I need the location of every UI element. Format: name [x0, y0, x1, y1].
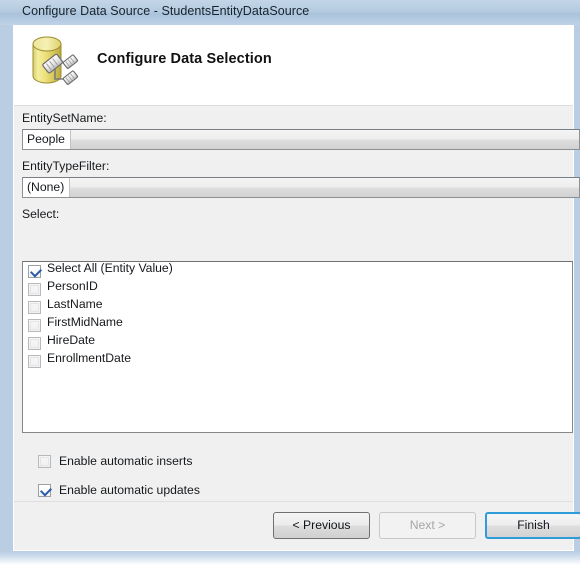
list-item[interactable]: Select All (Entity Value)	[23, 262, 572, 280]
checkbox-checked-icon	[38, 484, 51, 498]
list-item-label: Select All (Entity Value)	[47, 261, 173, 275]
dialog-header: Configure Data Selection	[14, 26, 573, 106]
database-datasource-icon	[25, 31, 87, 93]
list-item-label: LastName	[47, 297, 103, 311]
dialog-window: Configure Data Source - StudentsEntityDa…	[0, 0, 580, 565]
list-item[interactable]: LastName	[23, 297, 572, 316]
enable-automatic-updates-label: Enable automatic updates	[59, 482, 200, 497]
window-frame-bottom	[0, 551, 580, 565]
page-title: Configure Data Selection	[97, 51, 272, 67]
previous-button[interactable]: < Previous	[273, 512, 370, 539]
checkbox-unchecked-icon[interactable]	[28, 283, 41, 297]
dialog-client-area: Configure Data Selection EntitySetName: …	[13, 25, 580, 551]
entity-type-filter-combobox[interactable]: (None)	[22, 177, 580, 198]
window-frame-right	[574, 0, 580, 553]
list-item[interactable]: HireDate	[23, 333, 572, 352]
checkbox-unchecked-icon[interactable]	[28, 301, 41, 315]
entity-set-name-value: People	[23, 130, 71, 149]
list-item[interactable]: EnrollmentDate	[23, 351, 572, 370]
window-title: Configure Data Source - StudentsEntityDa…	[22, 4, 310, 18]
dialog-button-bar: < Previous Next > Finish	[14, 501, 580, 550]
list-item[interactable]: PersonID	[23, 279, 572, 298]
checkbox-unchecked-icon[interactable]	[28, 355, 41, 369]
list-item-label: PersonID	[47, 279, 98, 293]
entity-set-name-combobox[interactable]: People	[22, 129, 580, 150]
finish-button[interactable]: Finish	[485, 512, 580, 539]
entity-type-filter-label: EntityTypeFilter:	[22, 159, 110, 173]
list-item-label: HireDate	[47, 333, 96, 347]
entity-set-name-label: EntitySetName:	[22, 111, 107, 125]
checkbox-unchecked-icon[interactable]	[28, 337, 41, 351]
enable-automatic-inserts-label: Enable automatic inserts	[59, 453, 193, 468]
title-bar[interactable]: Configure Data Source - StudentsEntityDa…	[0, 0, 580, 25]
enable-automatic-inserts-checkbox[interactable]: Enable automatic inserts	[38, 454, 192, 469]
list-item-label: EnrollmentDate	[47, 351, 131, 365]
select-label: Select:	[22, 207, 60, 221]
window-frame-left	[0, 0, 13, 553]
dialog-body: EntitySetName: People EntityTypeFilter: …	[14, 106, 580, 527]
checkbox-checked-icon[interactable]	[28, 265, 41, 279]
checkbox-unchecked-icon[interactable]	[28, 319, 41, 333]
list-item-label: FirstMidName	[47, 315, 123, 329]
enable-automatic-updates-checkbox[interactable]: Enable automatic updates	[38, 483, 200, 498]
select-columns-listbox[interactable]: Select All (Entity Value) PersonID LastNam…	[22, 261, 573, 433]
next-button: Next >	[379, 512, 476, 539]
checkbox-unchecked-icon	[38, 455, 51, 469]
list-item[interactable]: FirstMidName	[23, 315, 572, 334]
entity-type-filter-value: (None)	[23, 178, 71, 197]
